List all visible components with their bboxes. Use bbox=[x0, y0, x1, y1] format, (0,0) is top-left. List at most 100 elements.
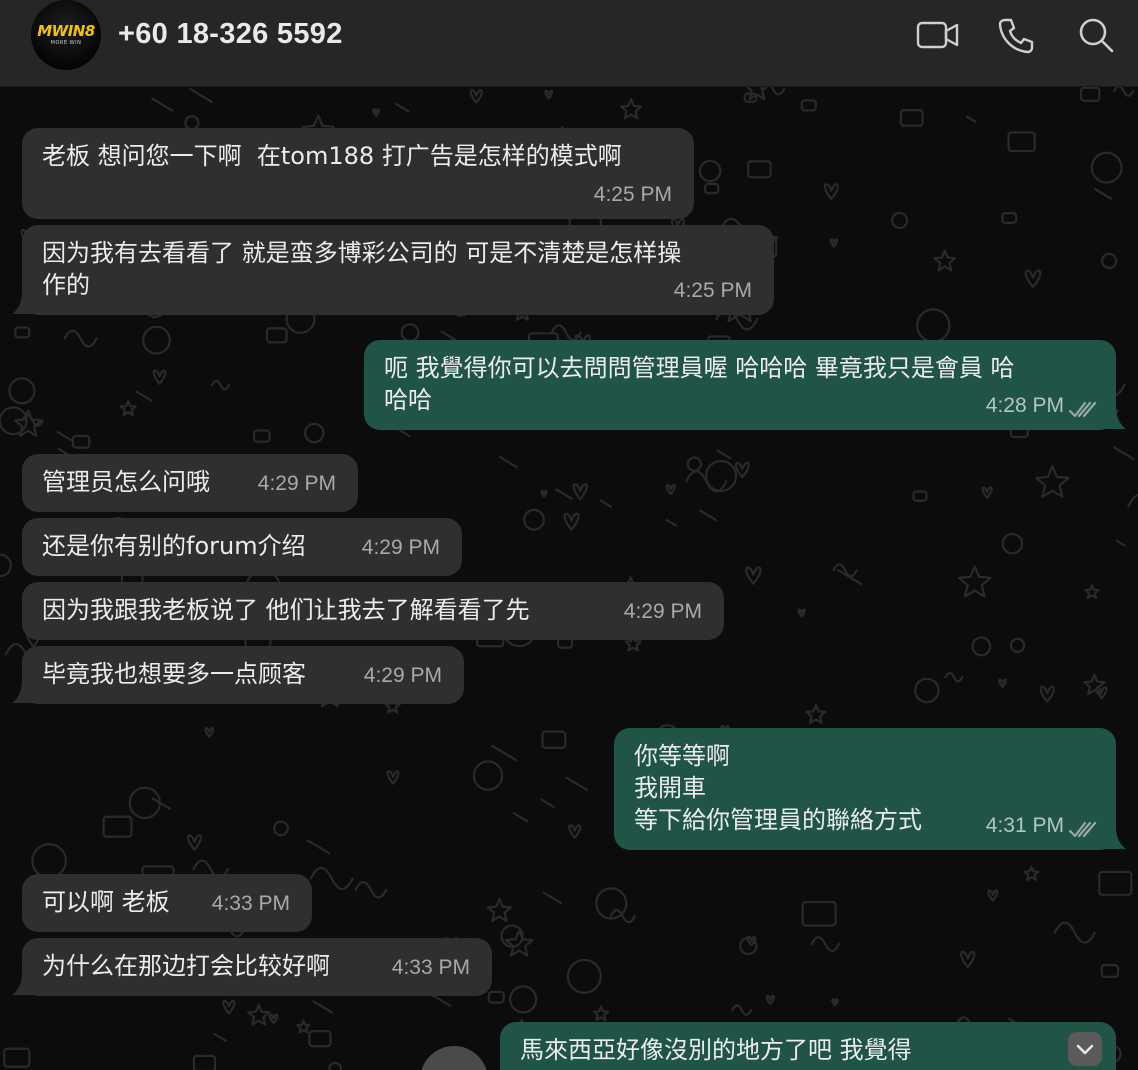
wallpaper-doodle bbox=[469, 88, 483, 104]
message-bubble-incoming[interactable]: 还是你有别的forum介绍 4:29 PM bbox=[22, 518, 462, 576]
wallpaper-doodle bbox=[568, 824, 582, 839]
message-time: 4:33 PM bbox=[391, 956, 470, 979]
message-bubble-incoming[interactable]: 老板 想问您一下啊 在tom188 打广告是怎样的模式啊 4:25 PM bbox=[22, 128, 694, 219]
wallpaper-doodle bbox=[1079, 86, 1101, 102]
wallpaper-doodle bbox=[1001, 532, 1024, 555]
message-text: 馬來西亞好像沒別的地方了吧 我覺得 bbox=[520, 1036, 912, 1064]
wallpaper-doodle bbox=[765, 994, 775, 1005]
wallpaper-doodle bbox=[1098, 870, 1133, 896]
wallpaper-doodle bbox=[716, 449, 732, 460]
wallpaper-doodle bbox=[3, 1047, 31, 1068]
message-bubble-outgoing[interactable]: 你等等啊 我開車 等下給你管理員的聯絡方式 4:31 PM bbox=[614, 728, 1116, 850]
wallpaper-doodle bbox=[912, 490, 928, 502]
wallpaper-doodle bbox=[944, 671, 964, 683]
wallpaper-doodle bbox=[400, 323, 420, 343]
avatar[interactable]: MWIN8 MORE WIN bbox=[31, 0, 101, 70]
wallpaper-doodle bbox=[213, 1032, 228, 1043]
wallpaper-doodle bbox=[981, 486, 993, 499]
scroll-down-button[interactable] bbox=[1068, 1032, 1102, 1066]
wallpaper-doodle bbox=[328, 1061, 342, 1070]
message-bubble-outgoing[interactable]: 馬來西亞好像沒別的地方了吧 我覺得 bbox=[500, 1022, 1116, 1070]
wallpaper-doodle bbox=[540, 489, 548, 498]
message-time: 4:31 PM bbox=[985, 814, 1064, 837]
wallpaper-doodle bbox=[128, 786, 162, 820]
message-time: 4:28 PM bbox=[985, 394, 1064, 417]
wallpaper-doodle bbox=[399, 429, 411, 438]
wallpaper-doodle bbox=[372, 108, 381, 117]
read-receipt-icon bbox=[1068, 401, 1097, 418]
wallpaper-doodle bbox=[102, 815, 133, 838]
wallpaper-doodle bbox=[189, 87, 213, 103]
wallpaper-doodle bbox=[699, 509, 717, 521]
wallpaper-doodle bbox=[1053, 921, 1096, 944]
wallpaper-doodle bbox=[1009, 637, 1026, 653]
wallpaper-doodle bbox=[965, 115, 977, 123]
wallpaper-doodle bbox=[998, 678, 1007, 689]
wallpaper-doodle bbox=[63, 329, 98, 348]
wallpaper-doodle bbox=[957, 565, 992, 598]
wallpaper-doodle bbox=[308, 1030, 332, 1048]
wallpaper-doodle bbox=[491, 744, 517, 761]
message-time: 4:25 PM bbox=[673, 279, 752, 302]
wallpaper-doodle bbox=[8, 377, 36, 405]
message-text: 因为我有去看看了 就是蛮多博彩公司的 可是不清楚是怎样操 作的 bbox=[42, 239, 682, 299]
bubble-tail-incoming bbox=[12, 681, 32, 703]
wallpaper-doodle bbox=[831, 998, 839, 1007]
wallpaper-doodle bbox=[599, 499, 613, 508]
wallpaper-doodle bbox=[31, 843, 67, 879]
wallpaper-doodle bbox=[800, 99, 817, 112]
wallpaper-doodle bbox=[572, 483, 588, 501]
wallpaper-doodle bbox=[395, 102, 410, 113]
voice-call-icon[interactable] bbox=[997, 16, 1035, 54]
read-receipt-icon bbox=[1068, 821, 1097, 838]
message-bubble-outgoing[interactable]: 呃 我覺得你可以去問問管理員喔 哈哈哈 畢竟我只是會員 哈 哈哈 4:28 PM bbox=[364, 340, 1116, 430]
wallpaper-doodle bbox=[247, 1003, 271, 1026]
wallpaper-doodle bbox=[265, 327, 288, 344]
wallpaper-doodle bbox=[354, 881, 388, 899]
wallpaper-doodle bbox=[151, 97, 174, 112]
message-bubble-incoming[interactable]: 可以啊 老板 4:33 PM bbox=[22, 874, 312, 932]
message-bubble-incoming[interactable]: 因为我有去看看了 就是蛮多博彩公司的 可是不清楚是怎样操 作的 4:25 PM bbox=[22, 225, 774, 315]
wallpaper-doodle bbox=[1035, 465, 1070, 498]
avatar-logo: MWIN8 bbox=[37, 22, 95, 40]
chat-window: MWIN8 MORE WIN +60 18-326 5592 老板 想问您一下啊… bbox=[0, 0, 1138, 1070]
wallpaper-doodle bbox=[0, 553, 12, 578]
wallpaper-doodle bbox=[56, 431, 73, 442]
wallpaper-doodle bbox=[1101, 252, 1118, 269]
wallpaper-doodle bbox=[971, 636, 992, 657]
wallpaper-doodle bbox=[486, 897, 513, 922]
video-call-icon[interactable] bbox=[916, 16, 960, 54]
wallpaper-doodle bbox=[152, 369, 167, 385]
wallpaper-doodle bbox=[891, 211, 909, 230]
wallpaper-doodle bbox=[1100, 964, 1120, 978]
message-bubble-incoming[interactable]: 毕竟我也想要多一点顾客 4:29 PM bbox=[22, 646, 464, 704]
wallpaper-doodle bbox=[222, 999, 236, 1015]
search-icon[interactable] bbox=[1077, 16, 1115, 54]
wallpaper-doodle bbox=[555, 488, 573, 500]
message-time: 4:33 PM bbox=[211, 892, 290, 915]
wallpaper-doodle bbox=[734, 461, 750, 479]
wallpaper-doodle bbox=[1095, 686, 1108, 700]
message-bubble-incoming[interactable]: 因为我跟我老板说了 他们让我去了解看看了先 4:29 PM bbox=[22, 582, 724, 640]
avatar-logo-subtitle: MORE WIN bbox=[50, 40, 82, 46]
message-bubble-incoming[interactable]: 为什么在那边打会比较好啊 4:33 PM bbox=[22, 938, 492, 996]
wallpaper-doodle bbox=[801, 900, 837, 927]
bubble-tail-outgoing bbox=[1106, 827, 1126, 849]
wallpaper-doodle bbox=[829, 238, 839, 248]
wallpaper-doodle bbox=[487, 990, 505, 1004]
wallpaper-doodle bbox=[71, 434, 91, 449]
wallpaper-doodle bbox=[509, 985, 538, 1014]
wallpaper-doodle bbox=[836, 568, 863, 586]
wallpaper-doodle bbox=[1127, 494, 1138, 508]
wallpaper-doodle bbox=[499, 456, 518, 469]
wallpaper-doodle bbox=[1001, 212, 1018, 224]
bubble-tail-outgoing bbox=[1106, 407, 1126, 429]
wallpaper-doodle bbox=[704, 459, 738, 493]
wallpaper-doodle bbox=[306, 839, 331, 855]
wallpaper-doodle bbox=[500, 924, 524, 948]
wallpaper-doodle bbox=[797, 608, 806, 618]
wallpaper-doodle bbox=[823, 183, 839, 201]
message-bubble-incoming[interactable]: 管理员怎么问哦 4:29 PM bbox=[22, 454, 358, 512]
contact-name[interactable]: +60 18-326 5592 bbox=[118, 18, 343, 51]
wallpaper-doodle bbox=[805, 704, 827, 724]
